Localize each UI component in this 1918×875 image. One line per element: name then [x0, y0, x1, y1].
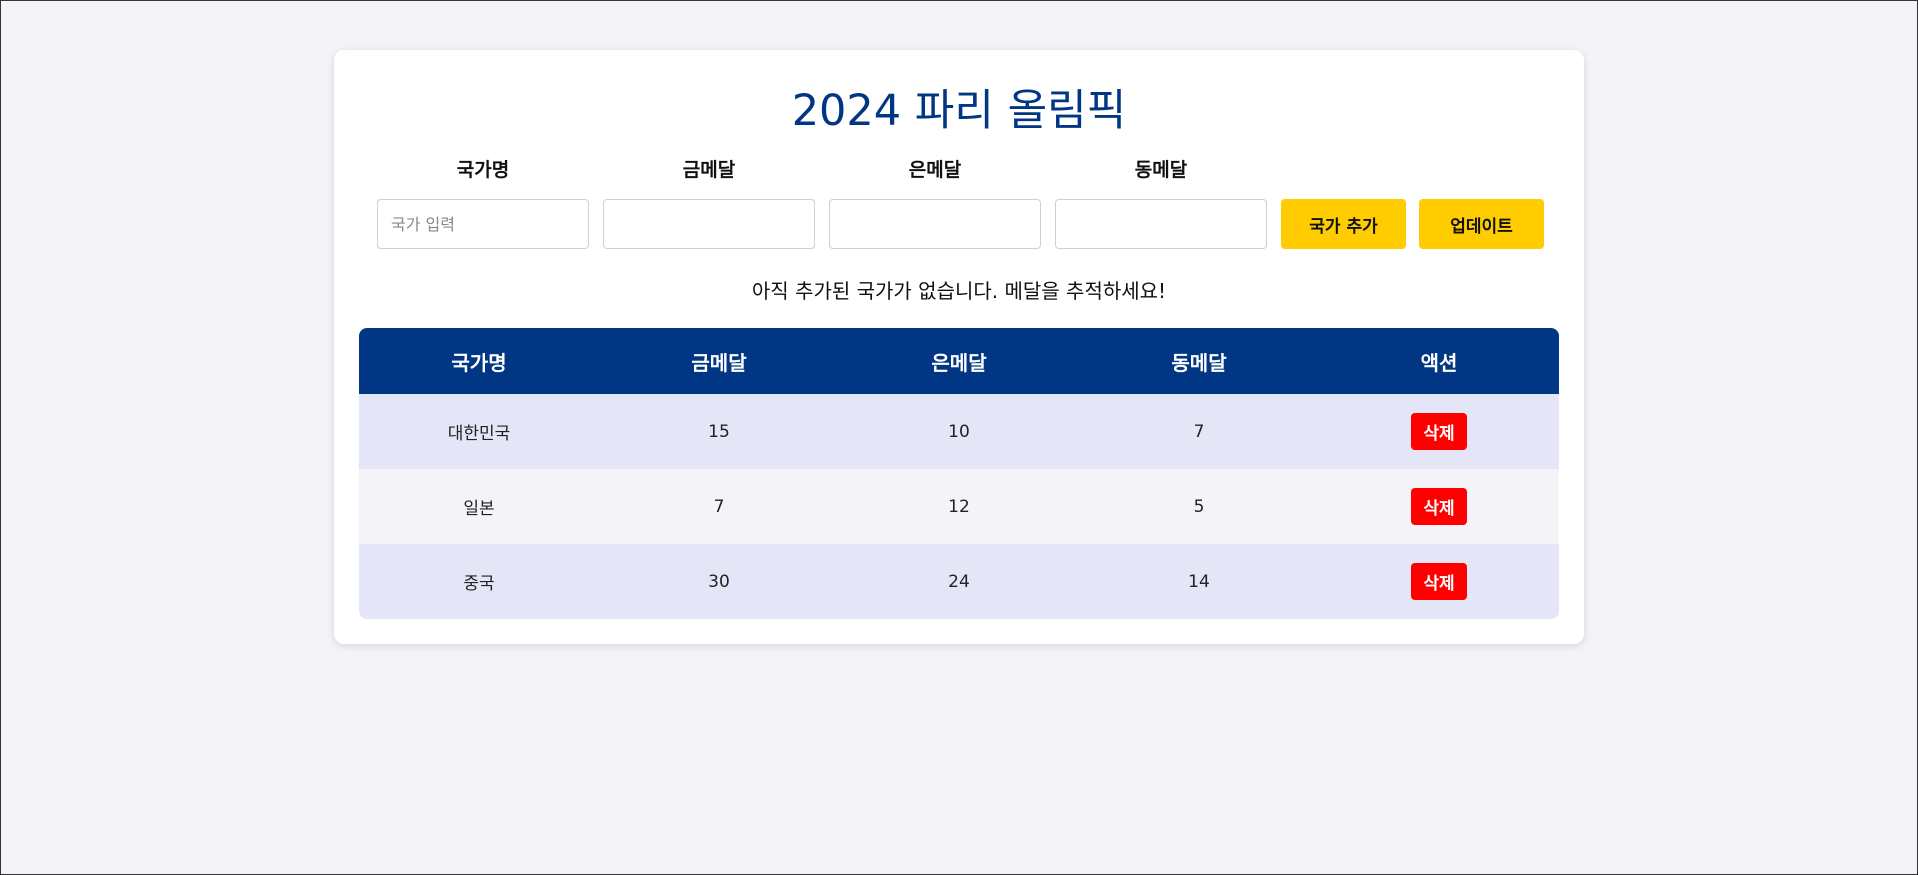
cell-gold: 7 [713, 496, 725, 517]
silver-field-group: 은메달 [829, 157, 1041, 249]
header-gold: 금메달 [691, 350, 747, 375]
gold-input[interactable] [603, 199, 815, 249]
cell-action: 삭제 [1319, 394, 1559, 469]
cell-action: 삭제 [1319, 469, 1559, 544]
bronze-label: 동메달 [1134, 159, 1188, 181]
delete-button[interactable]: 삭제 [1411, 488, 1467, 525]
cell-country: 대한민국 [447, 424, 511, 444]
gold-field-group: 금메달 [603, 157, 815, 249]
country-input[interactable] [377, 199, 589, 249]
table-row: 대한민국 15 10 7 삭제 [359, 394, 1559, 469]
header-bronze: 동메달 [1171, 350, 1227, 375]
bronze-field-group: 동메달 [1055, 157, 1267, 249]
page-title: 2024 파리 올림픽 [791, 86, 1127, 136]
silver-input[interactable] [829, 199, 1041, 249]
cell-bronze: 5 [1193, 496, 1205, 517]
status-message: 아직 추가된 국가가 없습니다. 메달을 추적하세요! [751, 279, 1167, 303]
cell-gold: 15 [708, 421, 730, 442]
update-button[interactable]: 업데이트 [1419, 199, 1544, 249]
header-action: 액션 [1420, 350, 1458, 375]
delete-button[interactable]: 삭제 [1411, 563, 1467, 600]
cell-country: 일본 [463, 499, 495, 519]
country-field-group: 국가명 [377, 157, 589, 249]
cell-action: 삭제 [1319, 544, 1559, 619]
country-label: 국가명 [456, 159, 510, 181]
medal-table: 국가명 금메달 은메달 동메달 액션 대한민국 15 10 7 삭제 일본 7 … [359, 328, 1559, 619]
gold-label: 금메달 [682, 159, 736, 181]
header-country: 국가명 [451, 350, 507, 375]
page: { "title": "2024 파리 올림픽", "form": { "cou… [0, 0, 1918, 875]
cell-silver: 12 [948, 496, 970, 517]
table-row: 중국 30 24 14 삭제 [359, 544, 1559, 619]
cell-gold: 30 [708, 571, 730, 592]
delete-button[interactable]: 삭제 [1411, 413, 1467, 450]
cell-silver: 10 [948, 421, 970, 442]
silver-label: 은메달 [908, 159, 962, 181]
medal-form: 국가명 금메달 은메달 동메달 국가 추가 업데이트 [377, 157, 1547, 252]
table-row: 일본 7 12 5 삭제 [359, 469, 1559, 544]
cell-country: 중국 [463, 574, 495, 594]
table-body: 대한민국 15 10 7 삭제 일본 7 12 5 삭제 중국 30 24 14… [359, 394, 1559, 619]
medal-tracker-card: 2024 파리 올림픽 국가명 금메달 은메달 동메달 국가 추가 업데이트 아… [334, 50, 1584, 644]
cell-bronze: 14 [1188, 571, 1210, 592]
table-header: 국가명 금메달 은메달 동메달 액션 [359, 328, 1559, 394]
header-silver: 은메달 [931, 350, 987, 375]
add-country-button[interactable]: 국가 추가 [1281, 199, 1406, 249]
cell-silver: 24 [948, 571, 970, 592]
medal-table-container: 국가명 금메달 은메달 동메달 액션 대한민국 15 10 7 삭제 일본 7 … [359, 328, 1559, 619]
table-header-row: 국가명 금메달 은메달 동메달 액션 [359, 328, 1559, 394]
bronze-input[interactable] [1055, 199, 1267, 249]
cell-bronze: 7 [1193, 421, 1205, 442]
